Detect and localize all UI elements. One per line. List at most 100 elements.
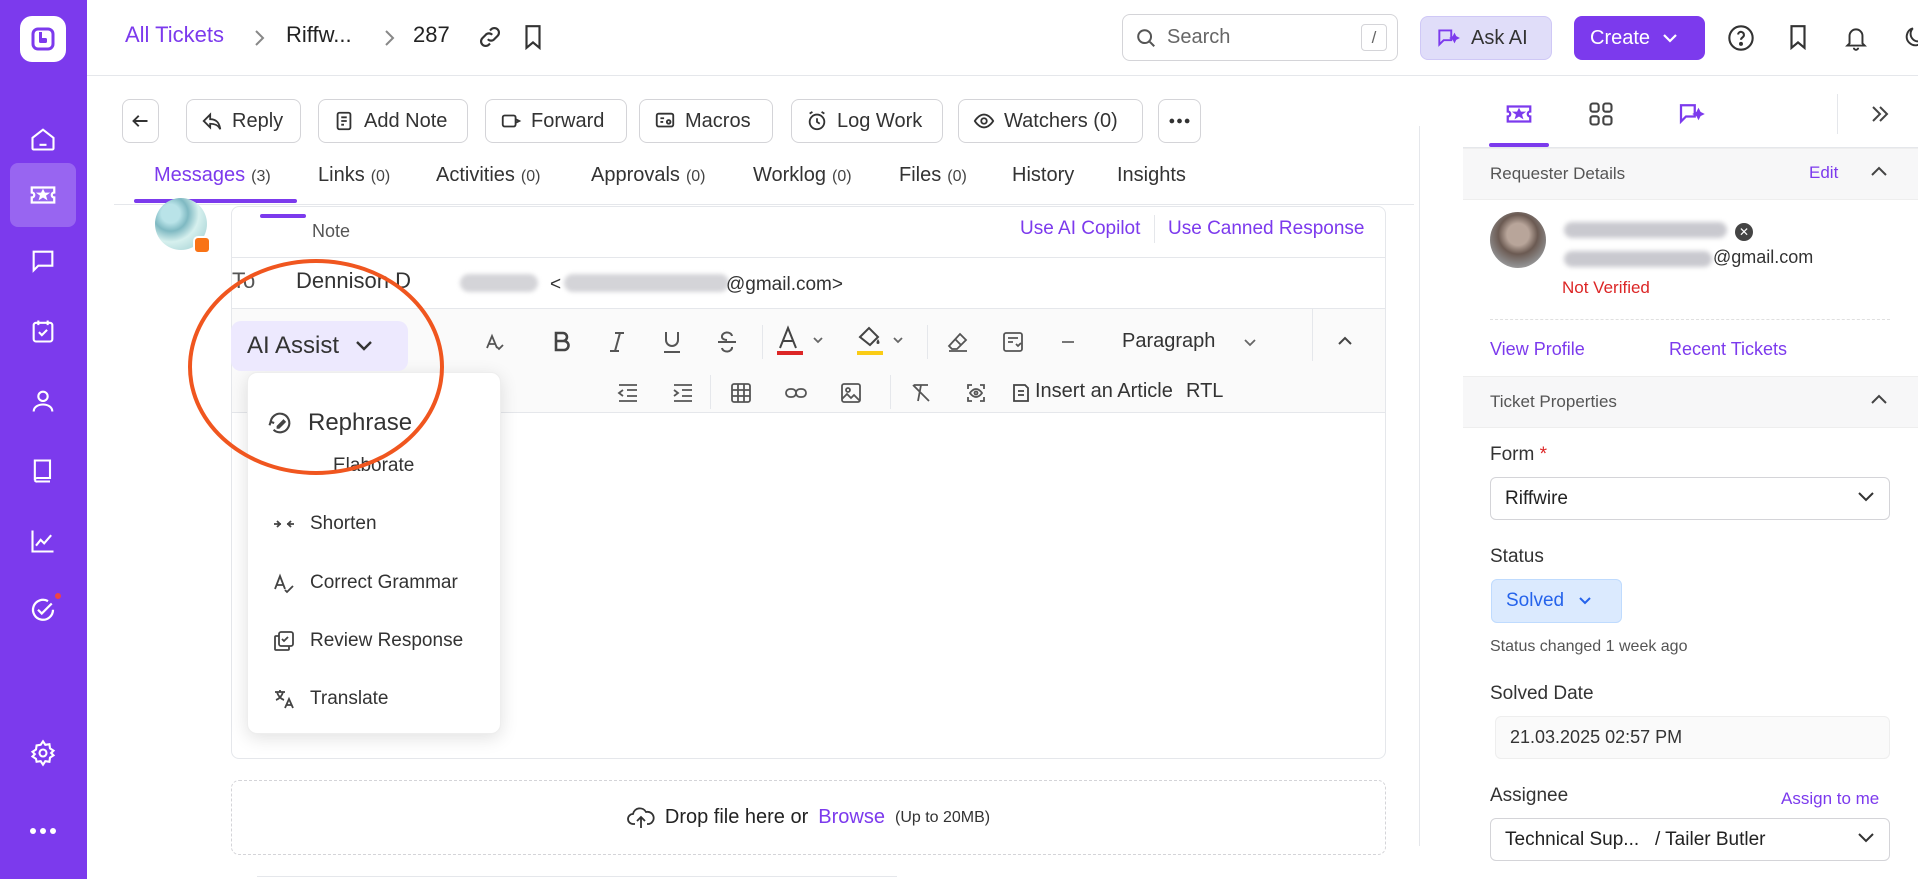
r-tab-apps[interactable] <box>1581 94 1621 134</box>
tab-approvals[interactable]: Approvals (0) <box>591 164 706 187</box>
ai-menu-correct-grammar[interactable]: Correct Grammar <box>272 571 458 595</box>
sidebar-item-knowledge-base[interactable] <box>10 439 76 503</box>
reply-button[interactable]: Reply <box>186 99 301 143</box>
sidebar-item-settings[interactable] <box>10 721 76 785</box>
insert-link-button[interactable] <box>781 378 811 408</box>
table-button[interactable] <box>726 378 756 408</box>
ai-assist-button[interactable]: AI Assist <box>231 321 408 371</box>
outdent-button[interactable] <box>613 378 643 408</box>
tab-insights[interactable]: Insights <box>1117 164 1186 187</box>
preview-button[interactable] <box>961 378 991 408</box>
image-icon <box>841 383 861 403</box>
sidebar-item-chat[interactable] <box>10 229 76 293</box>
create-button[interactable]: Create <box>1574 16 1705 60</box>
highlight-color-button[interactable] <box>853 323 909 359</box>
sidebar-item-home[interactable] <box>10 107 76 171</box>
bold-button[interactable] <box>547 327 577 357</box>
file-dropzone[interactable]: Drop file here or Browse (Up to 20MB) <box>231 780 1386 855</box>
chevron-down-icon[interactable] <box>1243 338 1257 348</box>
horizontal-rule-button[interactable] <box>1053 327 1083 357</box>
back-button[interactable] <box>122 99 159 143</box>
recent-tickets-link[interactable]: Recent Tickets <box>1669 339 1787 360</box>
more-actions-button[interactable] <box>1158 99 1201 143</box>
clear-formatting-icon <box>912 384 930 402</box>
recipient-email-domain: @gmail.com> <box>726 274 843 295</box>
recipient-name: Dennison D <box>296 268 411 293</box>
ai-menu-shorten[interactable]: Shorten <box>272 513 377 535</box>
ai-menu-rephrase[interactable]: Rephrase <box>266 409 412 437</box>
tab-files[interactable]: Files (0) <box>899 164 967 187</box>
mode-tab-note[interactable]: Note <box>312 221 350 242</box>
template-button[interactable] <box>998 327 1028 357</box>
add-note-button[interactable]: Add Note <box>318 99 468 143</box>
indent-button[interactable] <box>668 378 698 408</box>
text-color-button[interactable] <box>773 323 829 359</box>
paragraph-select[interactable]: Paragraph <box>1122 330 1215 353</box>
close-icon[interactable]: ✕ <box>1735 223 1753 241</box>
sidebar-item-tasks[interactable] <box>10 299 76 363</box>
use-ai-copilot-link[interactable]: Use AI Copilot <box>1020 218 1140 240</box>
tab-activities[interactable]: Activities (0) <box>436 164 540 187</box>
sidebar-item-tickets[interactable] <box>10 163 76 227</box>
use-canned-response-link[interactable]: Use Canned Response <box>1168 218 1364 240</box>
tab-messages[interactable]: Messages (3) <box>154 164 271 187</box>
insert-article-button[interactable]: Insert an Article <box>1035 380 1173 403</box>
r-tab-ticket[interactable] <box>1499 94 1539 134</box>
sidebar-item-approvals[interactable] <box>10 579 76 643</box>
breadcrumb-org[interactable]: Riffw... <box>286 22 352 48</box>
browse-link[interactable]: Browse <box>818 806 885 829</box>
bookmark-icon[interactable] <box>1787 24 1809 50</box>
breadcrumb-all-tickets[interactable]: All Tickets <box>125 22 224 48</box>
form-select[interactable]: Riffwire <box>1490 477 1890 520</box>
to-label: To <box>232 268 256 293</box>
strikethrough-button[interactable] <box>712 327 742 357</box>
assignee-select[interactable]: Technical Sup... / Tailer Butler <box>1490 818 1890 861</box>
ask-ai-button[interactable]: Ask AI <box>1420 16 1552 60</box>
tab-history[interactable]: History <box>1012 164 1074 187</box>
remove-format-button[interactable] <box>906 378 936 408</box>
log-work-button[interactable]: Log Work <box>791 99 943 143</box>
ai-menu-translate[interactable]: Translate <box>272 687 389 711</box>
more-dots-icon <box>1169 118 1190 124</box>
link-icon[interactable] <box>477 24 503 50</box>
breadcrumb-ticket-id: 287 <box>413 22 450 47</box>
chevron-up-icon[interactable] <box>1870 393 1888 405</box>
r-tab-ai[interactable] <box>1671 94 1711 134</box>
forward-button[interactable]: Forward <box>485 99 627 143</box>
assignee-label: Assignee <box>1490 785 1569 806</box>
sidebar-item-reports[interactable] <box>10 509 76 573</box>
ticket-icon <box>1506 105 1532 123</box>
macros-button[interactable]: Macros <box>639 99 773 143</box>
status-select[interactable]: Solved <box>1491 579 1622 623</box>
collapse-panel-button[interactable] <box>1860 94 1900 134</box>
chevron-up-icon[interactable] <box>1870 165 1888 177</box>
sidebar-item-more[interactable] <box>10 799 76 863</box>
sidebar-item-contacts[interactable] <box>10 369 76 433</box>
ai-menu-review-response[interactable]: Review Response <box>272 629 463 653</box>
article-icon <box>1013 384 1029 402</box>
app-logo[interactable] <box>20 16 66 62</box>
edit-requester-link[interactable]: Edit <box>1809 163 1838 183</box>
view-profile-link[interactable]: View Profile <box>1490 339 1585 360</box>
text-style-button[interactable] <box>480 327 510 357</box>
chevron-up-icon[interactable] <box>1337 334 1353 346</box>
bell-icon[interactable] <box>1843 24 1869 52</box>
tab-worklog[interactable]: Worklog (0) <box>753 164 852 187</box>
bookmark-icon[interactable] <box>522 24 544 50</box>
rtl-button[interactable]: RTL <box>1186 380 1223 403</box>
insert-image-button[interactable] <box>836 378 866 408</box>
ai-menu-elaborate[interactable]: Elaborate <box>333 455 414 477</box>
watchers-button[interactable]: Watchers (0) <box>958 99 1143 143</box>
insert-article-icon-button[interactable] <box>1006 378 1036 408</box>
preview-icon <box>967 384 985 402</box>
assign-to-me-link[interactable]: Assign to me <box>1781 789 1879 809</box>
clear-format-button[interactable] <box>943 327 973 357</box>
search-box[interactable]: / <box>1122 14 1398 61</box>
search-input[interactable] <box>1167 26 1357 49</box>
tab-count: (0) <box>947 168 967 185</box>
moon-icon[interactable] <box>1902 24 1918 50</box>
italic-button[interactable] <box>602 327 632 357</box>
help-icon[interactable] <box>1727 24 1755 52</box>
tab-links[interactable]: Links (0) <box>318 164 390 187</box>
underline-button[interactable] <box>657 327 687 357</box>
